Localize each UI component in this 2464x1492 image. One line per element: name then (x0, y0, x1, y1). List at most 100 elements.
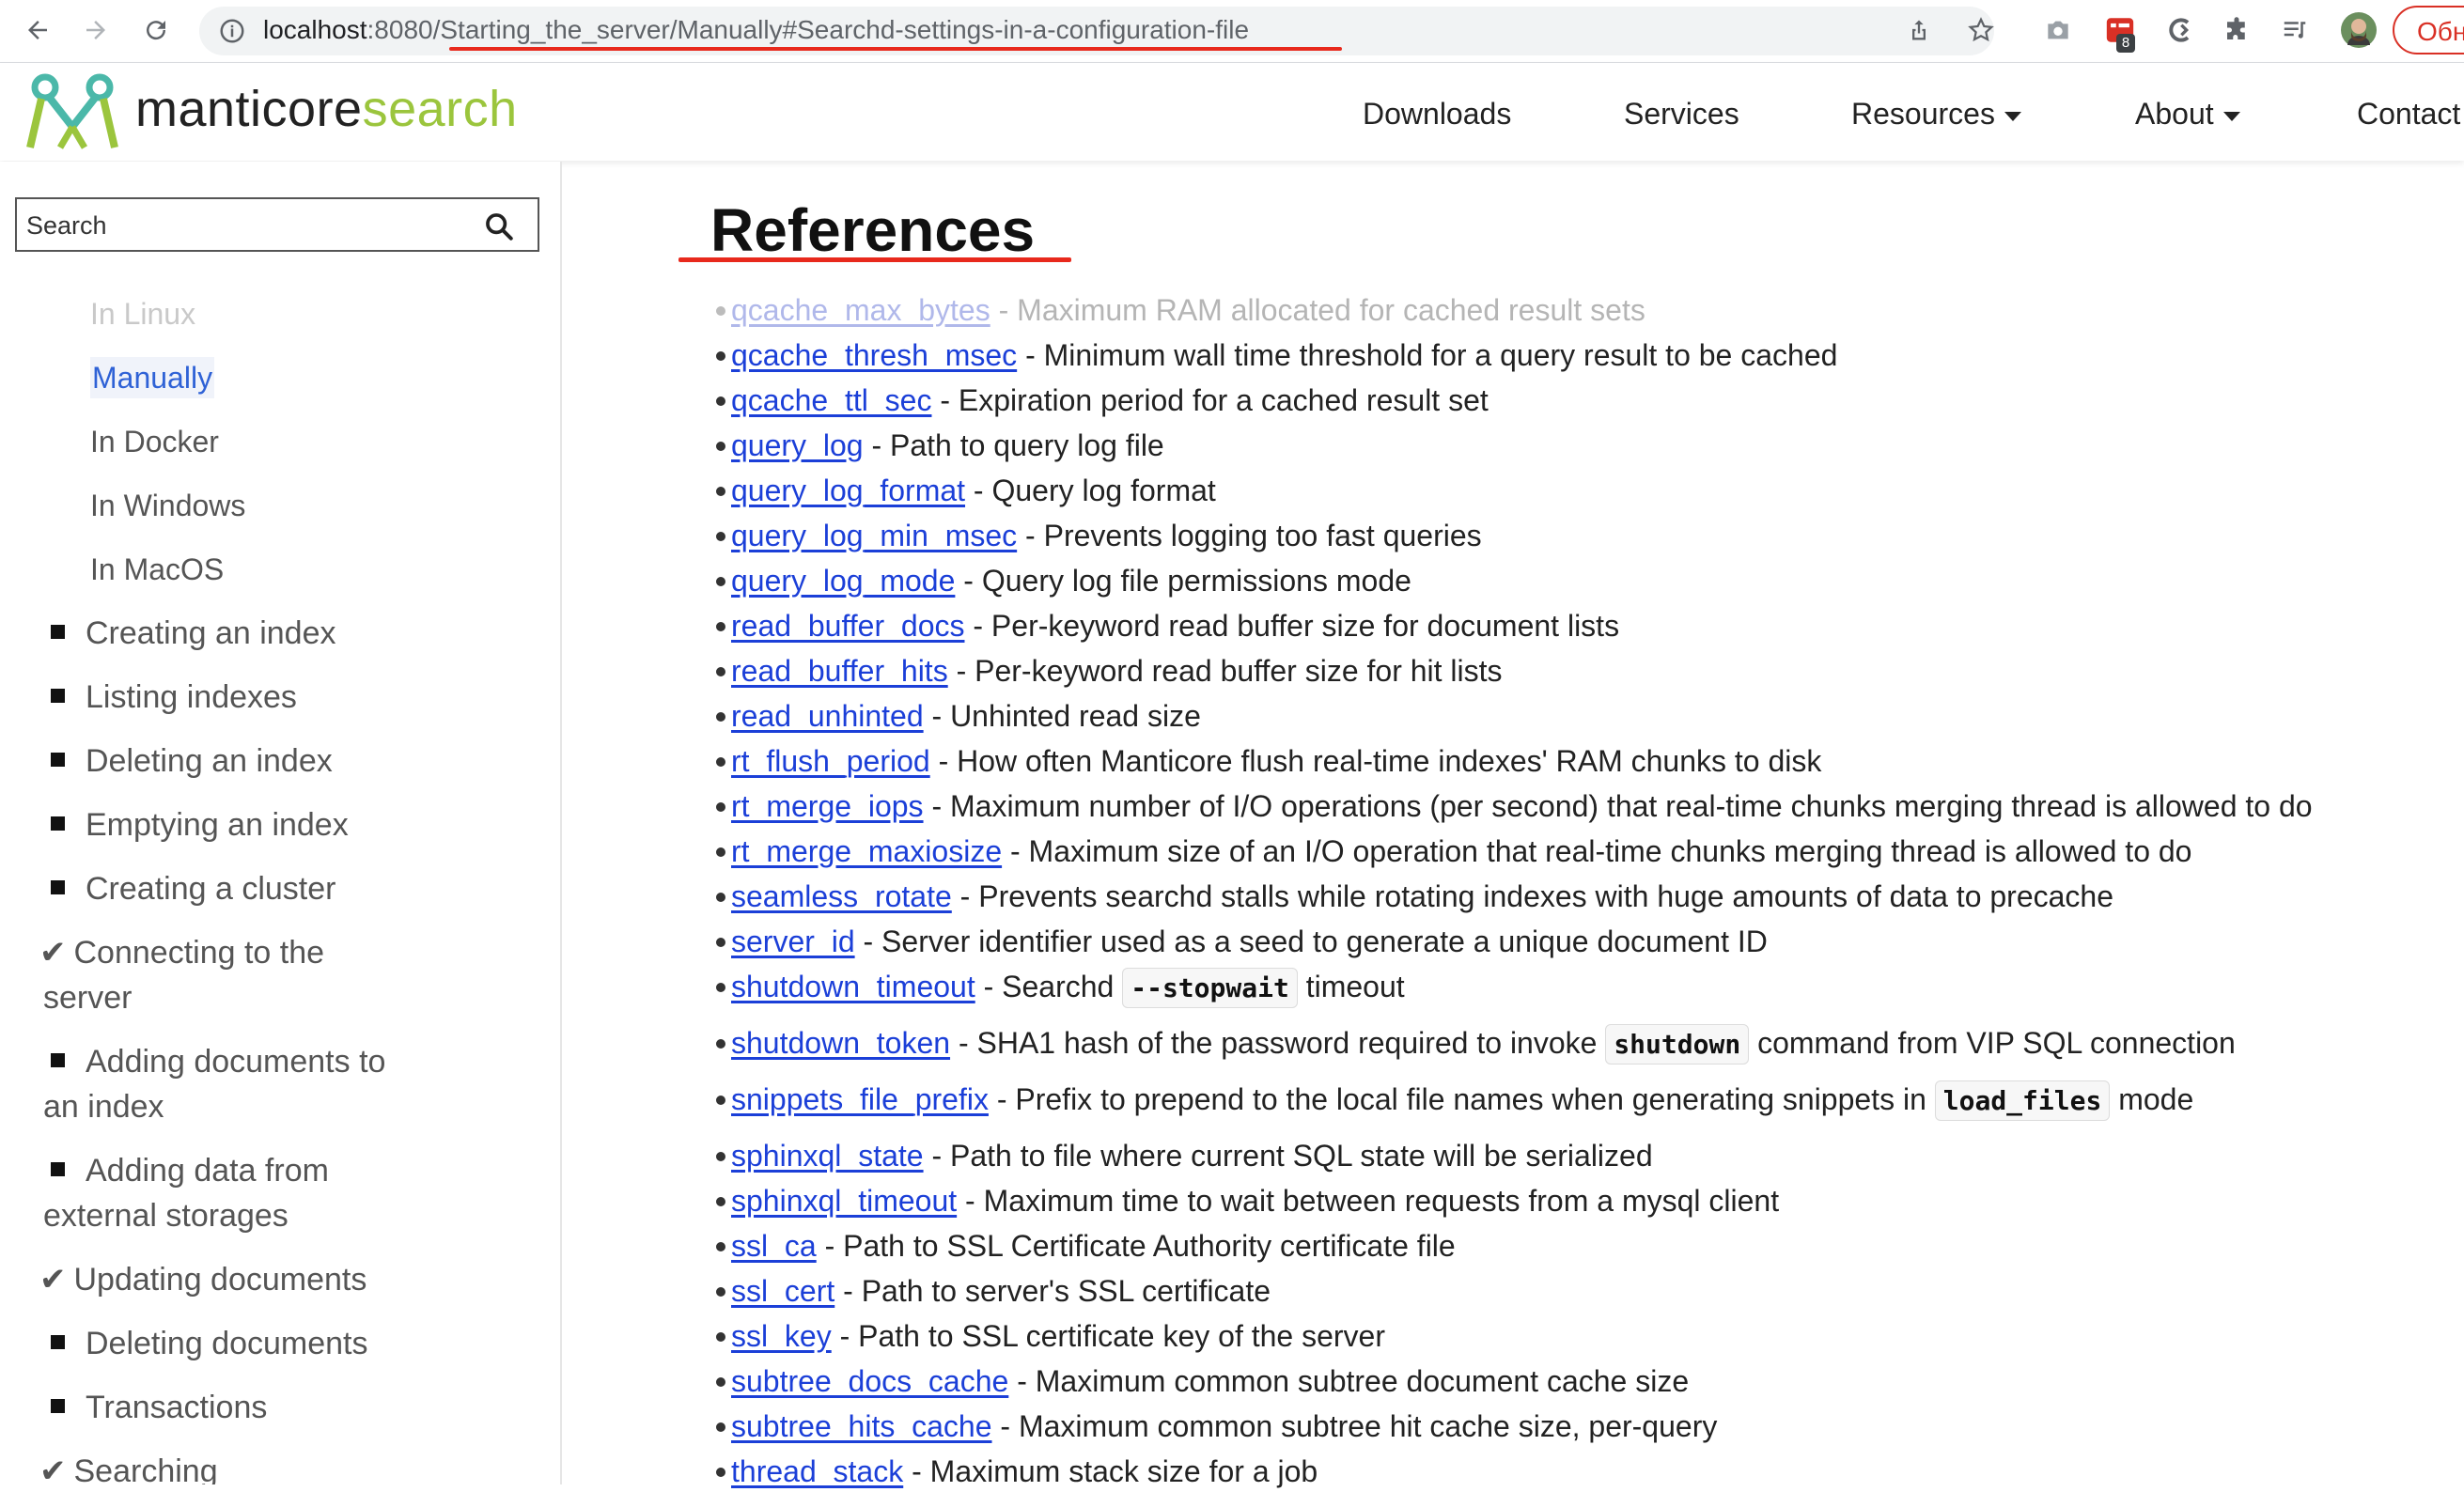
reference-link[interactable]: snippets_file_prefix (731, 1082, 989, 1116)
reference-link[interactable]: sphinxql_timeout (731, 1184, 957, 1218)
reference-link[interactable]: server_id (731, 925, 855, 958)
reference-description: - Maximum common subtree document cache … (1008, 1364, 1690, 1398)
bullet-dot-icon (716, 487, 725, 496)
reference-item: snippets_file_prefix - Prefix to prepend… (716, 1079, 2194, 1122)
reference-item: shutdown_timeout - Searchd --stopwait ti… (716, 966, 1405, 1009)
reference-link[interactable]: rt_merge_iops (731, 789, 924, 823)
bullet-dot-icon (716, 1332, 725, 1342)
reference-description: - Maximum stack size for a job (903, 1454, 1318, 1488)
reference-link[interactable]: query_log_mode (731, 564, 955, 598)
reference-description: - Maximum number of I/O operations (per … (923, 789, 2313, 823)
reference-item: sphinxql_state - Path to file where curr… (716, 1135, 1653, 1176)
bullet-dot-icon (716, 1377, 725, 1387)
reference-link[interactable]: query_log (731, 428, 864, 462)
reference-item: qcache_ttl_sec - Expiration period for a… (716, 380, 1489, 421)
reference-link[interactable]: shutdown_timeout (731, 970, 975, 1003)
bullet-dot-icon (716, 667, 725, 676)
bullet-dot-icon (716, 757, 725, 767)
bullet-dot-icon (716, 577, 725, 586)
reference-link[interactable]: shutdown_token (731, 1026, 950, 1060)
reference-description: - Path to SSL Certificate Authority cert… (816, 1229, 1456, 1263)
reference-item: server_id - Server identifier used as a … (716, 921, 1768, 962)
reference-description: - Maximum common subtree hit cache size,… (991, 1409, 1718, 1443)
reference-description: - Path to file where current SQL state w… (923, 1139, 1653, 1173)
reference-description: - Per-keyword read buffer size for hit l… (947, 654, 1503, 688)
reference-link[interactable]: seamless_rotate (731, 879, 952, 913)
reference-description: - Minimum wall time threshold for a quer… (1017, 338, 1838, 372)
reference-item: qcache_thresh_msec - Minimum wall time t… (716, 334, 1838, 376)
reference-item: ssl_ca - Path to SSL Certificate Authori… (716, 1225, 1456, 1267)
reference-item: sphinxql_timeout - Maximum time to wait … (716, 1180, 1780, 1221)
reference-item: ssl_cert - Path to server's SSL certific… (716, 1270, 1271, 1312)
reference-description: - Prevents logging too fast queries (1017, 519, 1482, 552)
reference-description: - Path to query log file (863, 428, 1164, 462)
reference-description: - Expiration period for a cached result … (931, 383, 1489, 417)
reference-link[interactable]: qcache_max_bytes (731, 293, 990, 327)
bullet-dot-icon (716, 1468, 725, 1477)
reference-description: - Unhinted read size (923, 699, 1201, 733)
inline-code: load_files (1934, 1080, 2111, 1121)
reference-link[interactable]: thread_stack (731, 1454, 903, 1488)
bullet-dot-icon (716, 893, 725, 902)
reference-link[interactable]: read_buffer_hits (731, 654, 948, 688)
reference-link[interactable]: rt_merge_maxiosize (731, 834, 1002, 868)
bullet-dot-icon (716, 351, 725, 361)
reference-item: rt_merge_maxiosize - Maximum size of an … (716, 831, 2192, 872)
bullet-dot-icon (716, 1422, 725, 1432)
reference-description: - Path to server's SSL certificate (834, 1274, 1271, 1308)
reference-description: - Maximum RAM allocated for cached resul… (990, 293, 1645, 327)
reference-link[interactable]: sphinxql_state (731, 1139, 924, 1173)
bullet-dot-icon (716, 532, 725, 541)
reference-item: rt_flush_period - How often Manticore fl… (716, 740, 1822, 782)
reference-description-tail: mode (2110, 1082, 2194, 1116)
reference-link[interactable]: ssl_ca (731, 1229, 817, 1263)
reference-link[interactable]: subtree_docs_cache (731, 1364, 1008, 1398)
reference-item: query_log - Path to query log file (716, 425, 1164, 466)
reference-description: - Per-keyword read buffer size for docum… (964, 609, 1620, 643)
bullet-dot-icon (716, 1197, 725, 1206)
reference-item: query_log_min_msec - Prevents logging to… (716, 515, 1482, 556)
reference-description-tail: timeout (1297, 970, 1405, 1003)
reference-item: seamless_rotate - Prevents searchd stall… (716, 876, 2113, 917)
reference-link[interactable]: ssl_key (731, 1319, 832, 1353)
reference-link[interactable]: qcache_thresh_msec (731, 338, 1017, 372)
reference-link[interactable]: qcache_ttl_sec (731, 383, 931, 417)
reference-description: - Maximum size of an I/O operation that … (1002, 834, 2192, 868)
reference-item: rt_merge_iops - Maximum number of I/O op… (716, 785, 2313, 827)
reference-description: - Searchd (975, 970, 1123, 1003)
reference-item: subtree_docs_cache - Maximum common subt… (716, 1360, 1690, 1402)
inline-code: --stopwait (1122, 968, 1298, 1008)
reference-description: - Server identifier used as a seed to ge… (854, 925, 1768, 958)
reference-item: qcache_max_bytes - Maximum RAM allocated… (716, 289, 1645, 331)
reference-link[interactable]: read_buffer_docs (731, 609, 964, 643)
bullet-dot-icon (716, 847, 725, 857)
bullet-dot-icon (716, 802, 725, 812)
bullet-dot-icon (716, 1152, 725, 1161)
bullet-dot-icon (716, 1287, 725, 1297)
reference-description: - Query log format (965, 474, 1216, 507)
reference-description-tail: command from VIP SQL connection (1749, 1026, 2236, 1060)
reference-item: query_log_mode - Query log file permissi… (716, 560, 1411, 601)
reference-item: read_buffer_hits - Per-keyword read buff… (716, 650, 1503, 692)
reference-description: - How often Manticore flush real-time in… (929, 744, 1822, 778)
reference-item: subtree_hits_cache - Maximum common subt… (716, 1406, 1718, 1447)
reference-link[interactable]: read_unhinted (731, 699, 924, 733)
bullet-dot-icon (716, 306, 725, 316)
bullet-dot-icon (716, 1242, 725, 1251)
reference-link[interactable]: query_log_min_msec (731, 519, 1017, 552)
reference-link[interactable]: rt_flush_period (731, 744, 930, 778)
reference-link[interactable]: query_log_format (731, 474, 965, 507)
reference-item: read_buffer_docs - Per-keyword read buff… (716, 605, 1620, 646)
bullet-dot-icon (716, 712, 725, 722)
reference-link[interactable]: subtree_hits_cache (731, 1409, 992, 1443)
reference-description: - Path to SSL certificate key of the ser… (831, 1319, 1385, 1353)
bullet-dot-icon (716, 442, 725, 451)
reference-item: query_log_format - Query log format (716, 470, 1216, 511)
reference-item: read_unhinted - Unhinted read size (716, 695, 1201, 737)
bullet-dot-icon (716, 1096, 725, 1105)
reference-description: - Maximum time to wait between requests … (957, 1184, 1780, 1218)
inline-code: shutdown (1605, 1024, 1750, 1065)
references-list: qcache_max_bytes - Maximum RAM allocated… (0, 0, 2464, 1488)
reference-link[interactable]: ssl_cert (731, 1274, 834, 1308)
reference-description: - Prefix to prepend to the local file na… (988, 1082, 1935, 1116)
